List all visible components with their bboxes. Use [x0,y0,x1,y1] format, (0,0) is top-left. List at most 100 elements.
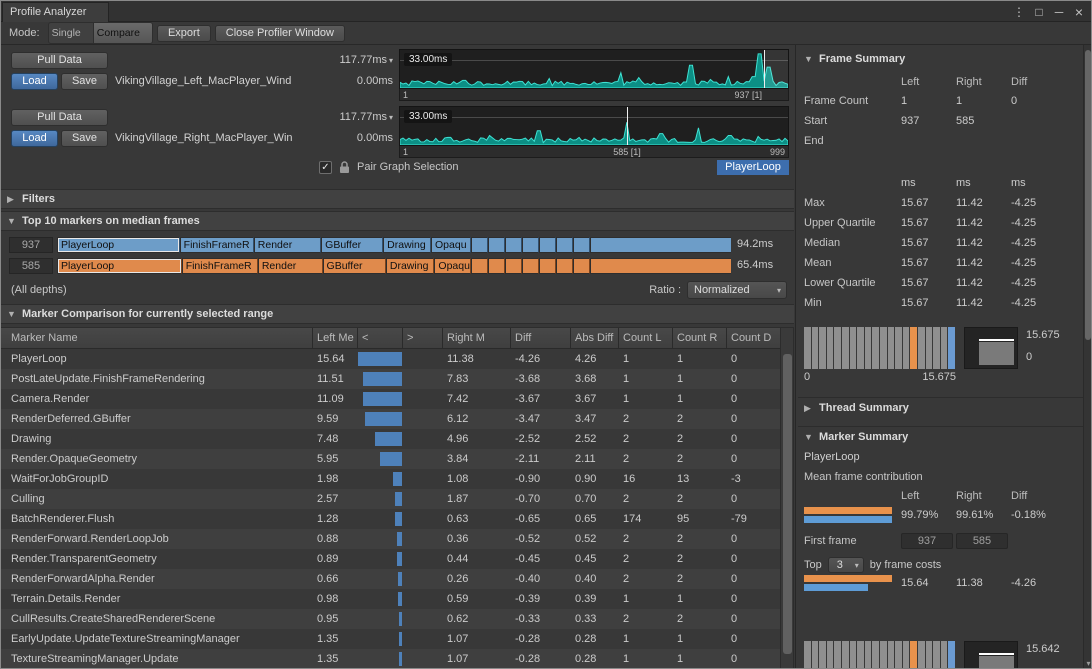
table-row[interactable]: Render.OpaqueGeometry 5.95 3.84 -2.11 2.… [1,449,780,469]
top10-segment[interactable] [539,237,556,253]
mode-compare-button[interactable]: Compare [94,22,153,44]
close-icon[interactable]: × [1071,2,1087,22]
col-right-bar[interactable]: > [403,328,443,348]
marker-summary-header[interactable]: ▼ Marker Summary [798,429,1083,445]
thread-summary-header[interactable]: ▶ Thread Summary [798,400,1083,416]
filters-foldout[interactable]: ▶ Filters [1,189,794,209]
table-row[interactable]: Render.TransparentGeometry 0.89 0.44 -0.… [1,549,780,569]
selected-marker-chip[interactable]: PlayerLoop [717,160,789,175]
load-button[interactable]: Load [11,73,58,90]
table-row[interactable]: TextureStreamingManager.Update 1.35 1.07… [1,649,780,669]
top10-foldout[interactable]: ▼ Top 10 markers on median frames [1,211,794,231]
frame-index-button[interactable]: 585 [9,258,53,274]
top10-bar-right[interactable]: PlayerLoopFinishFrameRRenderGBufferDrawi… [57,258,731,274]
frame-summary-histogram[interactable]: 15.675 0 [804,327,1083,369]
pull-data-button[interactable]: Pull Data [11,52,108,69]
scrollbar-thumb[interactable] [783,354,792,654]
top10-segment-playerloop[interactable]: PlayerLoop [57,237,180,253]
top10-segment[interactable] [488,258,505,274]
top10-segment[interactable] [590,258,731,274]
top10-segment[interactable] [471,237,488,253]
pair-selection-checkbox[interactable]: ✓ [319,161,332,174]
top10-segment[interactable] [556,237,573,253]
table-row[interactable]: Terrain.Details.Render 0.98 0.59 -0.39 0… [1,589,780,609]
table-scrollbar[interactable] [780,327,794,669]
col-left-median[interactable]: Left Me [313,328,358,348]
top10-segment-opaqu[interactable]: Opaqu [434,258,470,274]
top-count-dropdown[interactable]: 3▾ [828,557,864,573]
top10-segment-drawing[interactable]: Drawing [386,258,435,274]
minimize-icon[interactable]: ─ [1051,2,1067,22]
table-row[interactable]: RenderForward.RenderLoopJob 0.88 0.36 -0… [1,529,780,549]
lock-icon[interactable] [339,161,350,177]
top10-segment[interactable] [556,258,573,274]
col-right-median[interactable]: Right M [443,328,511,348]
top10-segment[interactable] [522,258,539,274]
pull-data-button[interactable]: Pull Data [11,109,108,126]
table-row[interactable]: WaitForJobGroupID 1.98 1.08 -0.90 0.90 1… [1,469,780,489]
frame-summary-header[interactable]: ▼ Frame Summary [798,51,1083,67]
top10-bar-left[interactable]: PlayerLoopFinishFrameRRenderGBufferDrawi… [57,237,731,253]
col-marker-name[interactable]: Marker Name [1,328,313,348]
top10-segment[interactable] [539,258,556,274]
maximize-icon[interactable]: □ [1031,2,1047,22]
top10-segment[interactable] [590,237,731,253]
top10-segment-gbuffer[interactable]: GBuffer [321,237,383,253]
mode-single-button[interactable]: Single [48,22,94,44]
frame-time-graph-left[interactable]: 33.00ms [399,49,789,89]
top10-segment[interactable] [573,237,590,253]
right-pane-scrollbar[interactable]: ▾ [1083,45,1092,668]
frame-index-button[interactable]: 937 [9,237,53,253]
col-left-bar[interactable]: < [358,328,403,348]
top10-segment[interactable] [573,258,590,274]
goto-left-frame-button[interactable]: 937 [901,533,953,549]
col-count-right[interactable]: Count R [673,328,727,348]
ratio-dropdown[interactable]: Normalized▾ [687,281,787,299]
top10-segment[interactable] [522,237,539,253]
table-header[interactable]: Marker Name Left Me < > Right M Diff Abs… [1,327,780,349]
table-row[interactable]: BatchRenderer.Flush 1.28 0.63 -0.65 0.65… [1,509,780,529]
frame-time-graph-right[interactable]: 33.00ms [399,106,789,146]
scale-max-dropdown[interactable]: 117.77ms▾ [307,54,393,66]
top10-segment[interactable] [488,237,505,253]
table-row[interactable]: Culling 2.57 1.87 -0.70 0.70 2 2 0 [1,489,780,509]
col-abs-diff[interactable]: Abs Diff [571,328,619,348]
table-row[interactable]: PlayerLoop 15.64 11.38 -4.26 4.26 1 1 0 [1,349,780,369]
title-bar[interactable]: Profile Analyzer ⋮ □ ─ × [1,1,1091,22]
pane-divider[interactable] [795,45,796,668]
top10-segment-drawing[interactable]: Drawing [383,237,431,253]
top10-segment-gbuffer[interactable]: GBuffer [323,258,386,274]
close-profiler-button[interactable]: Close Profiler Window [215,25,345,42]
marker-comparison-foldout[interactable]: ▼ Marker Comparison for currently select… [1,304,794,324]
goto-right-frame-button[interactable]: 585 [956,533,1008,549]
top10-segment[interactable] [471,258,488,274]
table-row[interactable]: Drawing 7.48 4.96 -2.52 2.52 2 2 0 [1,429,780,449]
top10-segment-render[interactable]: Render [258,258,323,274]
top10-segment-opaqu[interactable]: Opaqu [431,237,471,253]
table-row[interactable]: PostLateUpdate.FinishFrameRendering 11.5… [1,369,780,389]
window-menu-icon[interactable]: ⋮ [1011,2,1027,22]
col-diff[interactable]: Diff [511,328,571,348]
top10-segment-render[interactable]: Render [254,237,321,253]
table-row[interactable]: CullResults.CreateSharedRendererScene 0.… [1,609,780,629]
top10-segment-finishframer[interactable]: FinishFrameR [180,237,254,253]
table-row[interactable]: RenderDeferred.GBuffer 9.59 6.12 -3.47 3… [1,409,780,429]
marker-summary-histogram[interactable]: 15.642 [804,641,1083,669]
top10-segment[interactable] [505,237,522,253]
save-button[interactable]: Save [61,130,108,147]
top10-segment-finishframer[interactable]: FinishFrameR [182,258,258,274]
table-row[interactable]: EarlyUpdate.UpdateTextureStreamingManage… [1,629,780,649]
scale-max-dropdown[interactable]: 117.77ms▾ [307,111,393,123]
scrollbar-thumb[interactable] [1085,50,1091,340]
col-count-diff[interactable]: Count D [727,328,780,348]
top10-segment[interactable] [505,258,522,274]
load-button[interactable]: Load [11,130,58,147]
export-button[interactable]: Export [157,25,211,42]
table-row[interactable]: Camera.Render 11.09 7.42 -3.67 3.67 1 1 … [1,389,780,409]
save-button[interactable]: Save [61,73,108,90]
scroll-down-icon[interactable]: ▾ [1084,659,1092,668]
window-tab[interactable]: Profile Analyzer [2,2,109,22]
col-count-left[interactable]: Count L [619,328,673,348]
table-row[interactable]: RenderForwardAlpha.Render 0.66 0.26 -0.4… [1,569,780,589]
top10-segment-playerloop[interactable]: PlayerLoop [57,258,182,274]
